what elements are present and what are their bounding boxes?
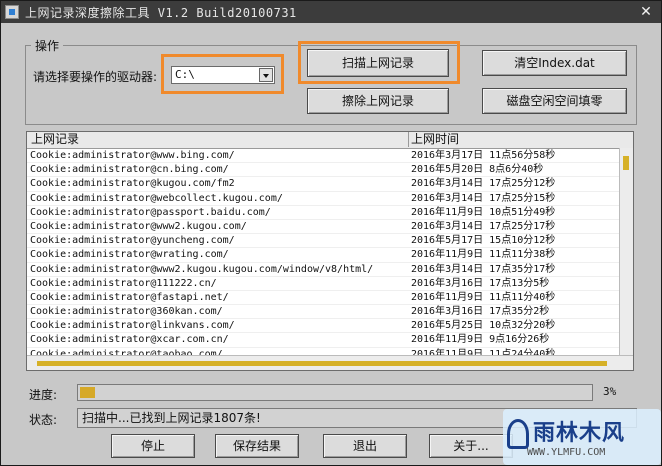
exit-button[interactable]: 退出 [323,434,407,458]
record-cell: Cookie:administrator@cn.bing.com/ [30,164,229,176]
about-button[interactable]: 关于... [429,434,513,458]
table-row[interactable]: Cookie:administrator@xcar.com.cn/2016年11… [27,333,619,348]
time-cell: 2016年3月16日 17点35分2秒 [411,306,550,318]
watermark-emblem-icon [507,419,529,449]
drive-label: 请选择要操作的驱动器: [33,70,158,84]
table-row[interactable]: Cookie:administrator@webcollect.kugou.co… [27,192,619,206]
record-cell: Cookie:administrator@xcar.com.cn/ [30,334,229,346]
table-row[interactable]: Cookie:administrator@www2.kugou.com/2016… [27,220,619,235]
watermark-title: 雨林木风 [533,421,626,446]
table-row[interactable]: Cookie:administrator@cn.bing.com/2016年5月… [27,163,619,178]
record-cell: Cookie:administrator@www2.kugou.kugou.co… [30,263,374,275]
watermark-logo: 雨林木风 WWW.YLMFU.COM [503,409,661,465]
record-cell: Cookie:administrator@webcollect.kugou.co… [30,192,283,204]
time-cell: 2016年5月20日 8点6分40秒 [411,164,544,176]
table-row[interactable]: Cookie:administrator@kugou.com/fm2 2016年3… [27,177,619,192]
status-label: 状态: [29,413,58,427]
record-cell: Cookie:administrator@kugou.com/fm2 [30,178,235,190]
table-row[interactable]: Cookie:administrator@yuncheng.com/2016年5… [27,234,619,249]
record-cell: Cookie:administrator@yuncheng.com/ [30,235,235,247]
operations-legend: 操作 [31,37,64,54]
horizontal-scroll-thumb[interactable] [37,361,607,366]
record-cell: Cookie:administrator@www.bing.com/ [30,150,235,161]
table-row[interactable]: Cookie:administrator@wrating.com/2016年11… [27,248,619,263]
table-row[interactable]: Cookie:administrator@passport.baidu.com/… [27,206,619,220]
progress-percent: 3% [603,385,617,398]
title-bar[interactable]: 上网记录深度擦除工具 V1.2 Build20100731 ✕ [1,1,661,23]
progress-label: 进度: [29,388,58,402]
time-cell: 2016年11月9日 11点11分38秒 [411,249,556,261]
time-cell: 2016年3月14日 17点35分17秒 [411,263,556,275]
time-cell: 2016年3月17日 11点56分58秒 [411,150,556,161]
fill-free-space-button[interactable]: 磁盘空闲空间填零 [482,88,627,114]
watermark-url: WWW.YLMFU.COM [527,447,606,458]
record-cell: Cookie:administrator@www2.kugou.com/ [30,220,247,232]
records-list[interactable]: 上网记录 上网时间 Cookie:administrator@www.bing.… [26,131,634,371]
time-cell: 2016年3月14日 17点25分15秒 [411,192,556,204]
time-cell: 2016年5月17日 15点10分12秒 [411,235,556,247]
drive-highlight-box [161,54,284,94]
time-cell: 2016年5月25日 10点32分20秒 [411,320,556,332]
close-icon[interactable]: ✕ [637,3,655,21]
horizontal-scrollbar[interactable] [27,355,633,370]
scan-highlight-box [298,41,460,84]
progress-bar [77,384,593,401]
time-cell: 2016年11月9日 10点51分49秒 [411,206,556,218]
time-cell: 2016年3月14日 17点25分12秒 [411,178,556,190]
list-header: 上网记录 上网时间 [27,132,633,149]
stop-button[interactable]: 停止 [111,434,195,458]
vertical-scroll-thumb[interactable] [623,156,629,170]
table-row[interactable]: Cookie:administrator@111222.cn/2016年3月16… [27,277,619,291]
window-title: 上网记录深度擦除工具 V1.2 Build20100731 [25,6,297,20]
table-row[interactable]: Cookie:administrator@www.bing.com/2016年3… [27,149,619,164]
table-row[interactable]: Cookie:administrator@fastapi.net/2016年11… [27,291,619,306]
record-cell: Cookie:administrator@fastapi.net/ [30,291,229,303]
vertical-scrollbar[interactable] [619,148,633,356]
clear-index-button[interactable]: 清空Index.dat [482,50,627,76]
app-icon [5,5,19,19]
list-rows: Cookie:administrator@www.bing.com/2016年3… [27,149,619,370]
record-cell: Cookie:administrator@passport.baidu.com/ [30,206,271,218]
table-row[interactable]: Cookie:administrator@www2.kugou.kugou.co… [27,263,619,277]
erase-records-button[interactable]: 擦除上网记录 [307,88,449,114]
time-cell: 2016年3月16日 17点13分5秒 [411,277,550,289]
save-results-button[interactable]: 保存结果 [215,434,299,458]
column-header-time[interactable]: 上网时间 [408,132,621,147]
table-row[interactable]: Cookie:administrator@360kan.com/2016年3月1… [27,305,619,320]
column-header-record[interactable]: 上网记录 [28,132,409,147]
record-cell: Cookie:administrator@111222.cn/ [30,277,217,289]
time-cell: 2016年11月9日 9点16分26秒 [411,334,550,346]
time-cell: 2016年3月14日 17点25分17秒 [411,220,556,232]
record-cell: Cookie:administrator@wrating.com/ [30,249,229,261]
record-cell: Cookie:administrator@linkvans.com/ [30,320,235,332]
app-window: 上网记录深度擦除工具 V1.2 Build20100731 ✕ 操作 请选择要操… [0,0,662,466]
table-row[interactable]: Cookie:administrator@linkvans.com/2016年5… [27,319,619,334]
progress-fill [80,387,95,398]
record-cell: Cookie:administrator@360kan.com/ [30,306,223,318]
time-cell: 2016年11月9日 11点11分40秒 [411,291,556,303]
